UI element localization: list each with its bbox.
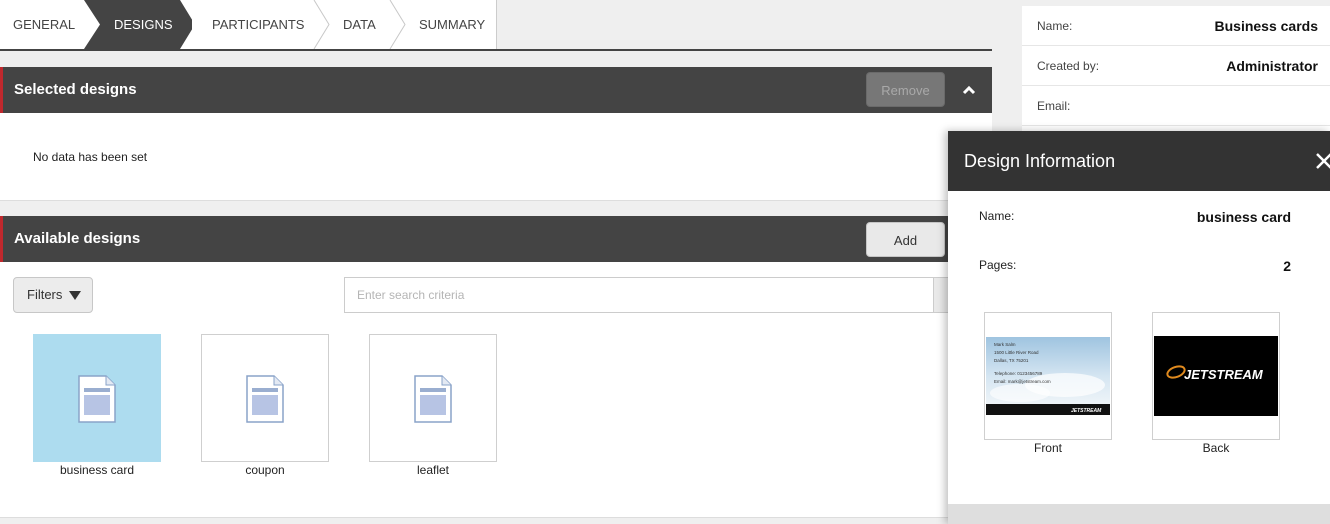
selected-designs-body: No data has been set (0, 113, 992, 201)
page-caption: Front (1033, 441, 1062, 455)
tab-general[interactable]: GENERAL (13, 0, 75, 49)
info-row-created-by: Created by: Administrator (1022, 46, 1330, 86)
dialog-header: Design Information (948, 131, 1330, 191)
card-line: Mark Salm (994, 342, 1016, 347)
tab-separator (313, 0, 330, 49)
chevron-up-icon[interactable] (961, 84, 977, 96)
design-item-leaflet[interactable]: leaflet (369, 334, 497, 477)
document-icon (246, 375, 284, 423)
tab-designs[interactable]: DESIGNS (114, 0, 173, 49)
wizard-steps: GENERAL DESIGNS PARTICIPANTS DATA SUMMAR… (0, 0, 992, 51)
design-information-dialog: Design Information Name: business card P… (948, 131, 1330, 524)
tab-summary[interactable]: SUMMARY (419, 0, 485, 49)
search-input[interactable] (344, 277, 934, 313)
design-thumbnail[interactable] (369, 334, 497, 462)
design-label: leaflet (416, 463, 450, 477)
card-line: Telephone: 0123456789 (994, 371, 1043, 376)
info-row-name: Name: Business cards (1022, 6, 1330, 46)
tab-data[interactable]: DATA (343, 0, 376, 49)
tab-separator (389, 0, 406, 49)
available-designs-body: Filters business card coupon (0, 262, 992, 518)
business-card-front-image: Mark Salm 1500 Little River Road Dallas,… (986, 337, 1110, 415)
project-info-panel: Name: Business cards Created by: Adminis… (1022, 6, 1330, 132)
card-line: Email: mark@jetstream.com (994, 379, 1051, 384)
design-thumbnail[interactable] (33, 334, 161, 462)
selected-designs-title: Selected designs (14, 81, 137, 98)
jetstream-logo: JETSTREAM (1184, 367, 1264, 382)
add-button[interactable]: Add (866, 222, 945, 257)
info-key: Created by: (1037, 59, 1100, 73)
design-name-value: business card (1196, 209, 1291, 225)
selected-designs-header: Selected designs Remove (0, 67, 992, 113)
design-label: coupon (245, 463, 285, 477)
card-line: 1500 Little River Road (994, 350, 1039, 355)
design-name-key: Name: (979, 209, 1015, 223)
filters-button[interactable]: Filters (13, 277, 93, 313)
available-designs-title: Available designs (14, 230, 141, 247)
info-value: Business cards (1214, 18, 1319, 34)
page-thumbnail[interactable]: JETSTREAM (1152, 312, 1280, 440)
design-pages-value: 2 (1283, 258, 1291, 274)
remove-button[interactable]: Remove (866, 72, 945, 107)
available-designs-header: Available designs Add (0, 216, 992, 262)
page-caption: Back (1202, 441, 1230, 455)
document-icon (414, 375, 452, 423)
business-card-back-image: JETSTREAM (1154, 336, 1278, 416)
page-front[interactable]: Mark Salm 1500 Little River Road Dallas,… (984, 312, 1112, 455)
document-icon (78, 375, 116, 423)
filters-label: Filters (27, 287, 63, 302)
dialog-footer (948, 504, 1330, 524)
design-label: business card (59, 463, 135, 477)
design-item-coupon[interactable]: coupon (201, 334, 329, 477)
wizard-tab-bar: GENERAL DESIGNS PARTICIPANTS DATA SUMMAR… (0, 0, 497, 49)
page-thumbnail[interactable]: Mark Salm 1500 Little River Road Dallas,… (984, 312, 1112, 440)
close-icon[interactable] (1314, 151, 1330, 171)
dialog-title: Design Information (964, 151, 1116, 171)
info-row-email: Email: (1022, 86, 1330, 126)
caret-down-icon (69, 291, 81, 300)
info-value: Administrator (1226, 58, 1318, 74)
info-key: Name: (1037, 19, 1073, 33)
design-pages-key: Pages: (979, 258, 1017, 272)
page-back[interactable]: JETSTREAM Back (1152, 312, 1280, 455)
tab-participants[interactable]: PARTICIPANTS (212, 0, 304, 49)
card-line: Dallas, TX 75201 (994, 358, 1029, 363)
design-item-business-card[interactable]: business card (33, 334, 161, 477)
jetstream-logo-small: JETSTREAM (1071, 408, 1102, 414)
info-key: Email: (1037, 99, 1071, 113)
empty-state-text: No data has been set (33, 150, 148, 164)
design-thumbnail[interactable] (201, 334, 329, 462)
